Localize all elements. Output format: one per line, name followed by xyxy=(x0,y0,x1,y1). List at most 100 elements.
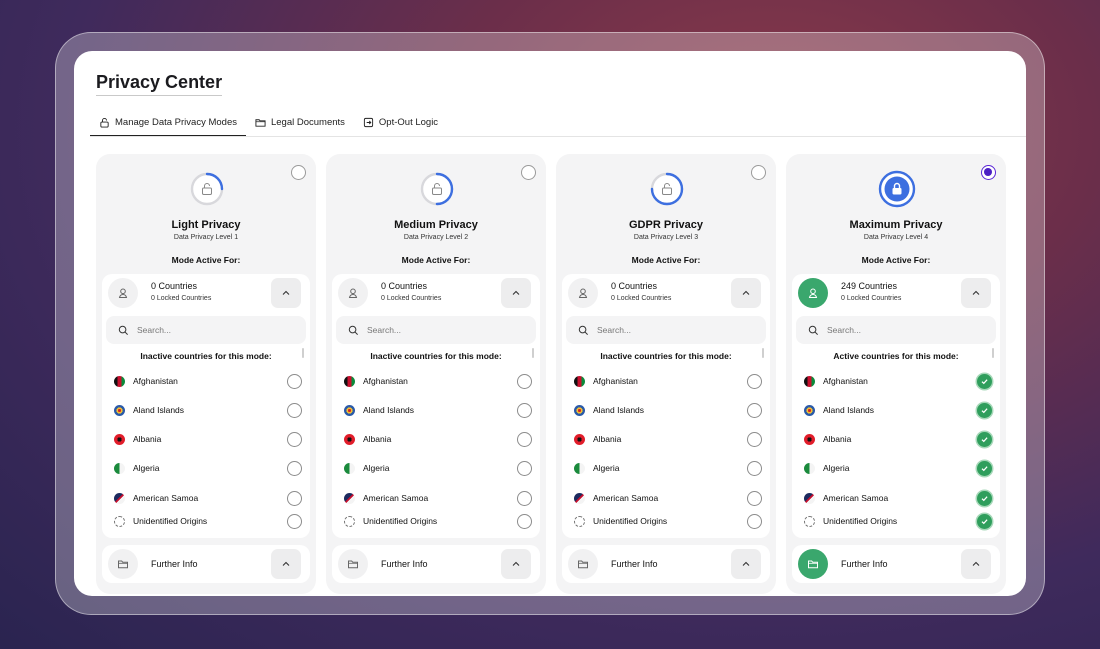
country-row[interactable]: Afghanistan xyxy=(574,371,762,391)
country-row[interactable]: Afghanistan xyxy=(344,371,532,391)
country-row[interactable]: Afghanistan xyxy=(804,371,992,391)
tab-legal-documents[interactable]: Legal Documents xyxy=(246,109,354,136)
country-row[interactable]: Albania xyxy=(344,429,532,449)
collapse-countries-button[interactable] xyxy=(731,278,761,308)
country-name: Unidentified Origins xyxy=(593,516,668,526)
card-light-privacy[interactable]: Light Privacy Data Privacy Level 1 Mode … xyxy=(96,154,316,594)
aland-islands-flag-icon xyxy=(574,404,585,416)
expand-further-info-button[interactable] xyxy=(961,549,991,579)
country-toggle-checkbox[interactable] xyxy=(977,431,992,447)
country-row[interactable]: Unidentified Origins xyxy=(344,511,532,531)
country-row[interactable]: Algeria xyxy=(344,458,532,478)
country-toggle-checkbox[interactable] xyxy=(287,490,302,506)
country-toggle-checkbox[interactable] xyxy=(517,431,532,447)
collapse-countries-button[interactable] xyxy=(501,278,531,308)
folder-icon xyxy=(338,549,368,579)
collapse-countries-button[interactable] xyxy=(961,278,991,308)
country-toggle-checkbox[interactable] xyxy=(517,460,532,476)
country-toggle-checkbox[interactable] xyxy=(977,513,992,529)
country-row[interactable]: Algeria xyxy=(804,458,992,478)
expand-further-info-button[interactable] xyxy=(731,549,761,579)
list-scrollbar[interactable] xyxy=(992,348,994,358)
country-toggle-checkbox[interactable] xyxy=(287,460,302,476)
collapse-countries-button[interactable] xyxy=(271,278,301,308)
country-row[interactable]: Unidentified Origins xyxy=(804,511,992,531)
search-input[interactable] xyxy=(137,325,287,335)
privacy-level-ring-icon xyxy=(650,172,684,206)
country-toggle-checkbox[interactable] xyxy=(977,460,992,476)
further-info-panel[interactable]: Further Info xyxy=(332,545,540,583)
mode-select-radio[interactable] xyxy=(981,165,996,180)
country-row[interactable]: Albania xyxy=(804,429,992,449)
list-scrollbar[interactable] xyxy=(532,348,534,358)
expand-further-info-button[interactable] xyxy=(271,549,301,579)
further-info-panel[interactable]: Further Info xyxy=(102,545,310,583)
mode-select-radio[interactable] xyxy=(521,165,536,180)
country-row[interactable]: Algeria xyxy=(114,458,302,478)
country-toggle-checkbox[interactable] xyxy=(287,513,302,529)
country-search[interactable] xyxy=(566,316,766,344)
country-row[interactable]: Aland Islands xyxy=(344,400,532,420)
country-toggle-checkbox[interactable] xyxy=(977,373,992,389)
mode-select-radio[interactable] xyxy=(291,165,306,180)
country-list-heading: Inactive countries for this mode: xyxy=(370,351,502,361)
country-toggle-checkbox[interactable] xyxy=(287,431,302,447)
country-row[interactable]: American Samoa xyxy=(574,488,762,508)
algeria-flag-icon xyxy=(344,462,355,474)
albania-flag-icon xyxy=(804,433,815,445)
country-row[interactable]: Aland Islands xyxy=(804,400,992,420)
country-toggle-checkbox[interactable] xyxy=(287,402,302,418)
country-toggle-checkbox[interactable] xyxy=(287,373,302,389)
country-search[interactable] xyxy=(106,316,306,344)
tab-manage-data-privacy-modes[interactable]: Manage Data Privacy Modes xyxy=(90,109,246,136)
further-info-panel[interactable]: Further Info xyxy=(562,545,770,583)
country-toggle-checkbox[interactable] xyxy=(747,490,762,506)
list-scrollbar[interactable] xyxy=(302,348,304,358)
further-info-label: Further Info xyxy=(381,559,428,569)
card-maximum-privacy[interactable]: Maximum Privacy Data Privacy Level 4 Mod… xyxy=(786,154,1006,594)
country-row[interactable]: Unidentified Origins xyxy=(114,511,302,531)
privacy-level-ring-icon xyxy=(190,172,224,206)
search-input[interactable] xyxy=(827,325,977,335)
chevron-up-icon xyxy=(972,290,980,295)
country-row[interactable]: Algeria xyxy=(574,458,762,478)
country-row[interactable]: Afghanistan xyxy=(114,371,302,391)
further-info-panel[interactable]: Further Info xyxy=(792,545,1000,583)
card-medium-privacy[interactable]: Medium Privacy Data Privacy Level 2 Mode… xyxy=(326,154,546,594)
country-toggle-checkbox[interactable] xyxy=(977,402,992,418)
check-icon xyxy=(981,407,988,413)
country-search[interactable] xyxy=(336,316,536,344)
expand-further-info-button[interactable] xyxy=(501,549,531,579)
country-toggle-checkbox[interactable] xyxy=(747,402,762,418)
country-row[interactable]: Aland Islands xyxy=(114,400,302,420)
country-name: Aland Islands xyxy=(363,405,415,415)
country-toggle-checkbox[interactable] xyxy=(517,490,532,506)
tab-opt-out-logic[interactable]: Opt-Out Logic xyxy=(354,109,447,136)
unidentified-origin-icon xyxy=(804,515,815,527)
country-row[interactable]: American Samoa xyxy=(804,488,992,508)
country-toggle-checkbox[interactable] xyxy=(517,513,532,529)
country-toggle-checkbox[interactable] xyxy=(517,402,532,418)
country-search[interactable] xyxy=(796,316,996,344)
country-row[interactable]: American Samoa xyxy=(344,488,532,508)
country-row[interactable]: Unidentified Origins xyxy=(574,511,762,531)
mode-select-radio[interactable] xyxy=(751,165,766,180)
country-row[interactable]: American Samoa xyxy=(114,488,302,508)
search-input[interactable] xyxy=(597,325,747,335)
country-toggle-checkbox[interactable] xyxy=(747,431,762,447)
search-input[interactable] xyxy=(367,325,517,335)
tab-bar: Manage Data Privacy Modes Legal Document… xyxy=(90,109,1026,137)
list-scrollbar[interactable] xyxy=(762,348,764,358)
country-row[interactable]: Albania xyxy=(114,429,302,449)
country-toggle-checkbox[interactable] xyxy=(747,460,762,476)
country-name: Afghanistan xyxy=(133,376,178,386)
chevron-up-icon xyxy=(512,561,520,566)
country-row[interactable]: Albania xyxy=(574,429,762,449)
country-row[interactable]: Aland Islands xyxy=(574,400,762,420)
card-gdpr-privacy[interactable]: GDPR Privacy Data Privacy Level 3 Mode A… xyxy=(556,154,776,594)
country-toggle-checkbox[interactable] xyxy=(747,373,762,389)
country-toggle-checkbox[interactable] xyxy=(517,373,532,389)
country-toggle-checkbox[interactable] xyxy=(977,490,992,506)
country-name: American Samoa xyxy=(593,493,659,503)
country-toggle-checkbox[interactable] xyxy=(747,513,762,529)
